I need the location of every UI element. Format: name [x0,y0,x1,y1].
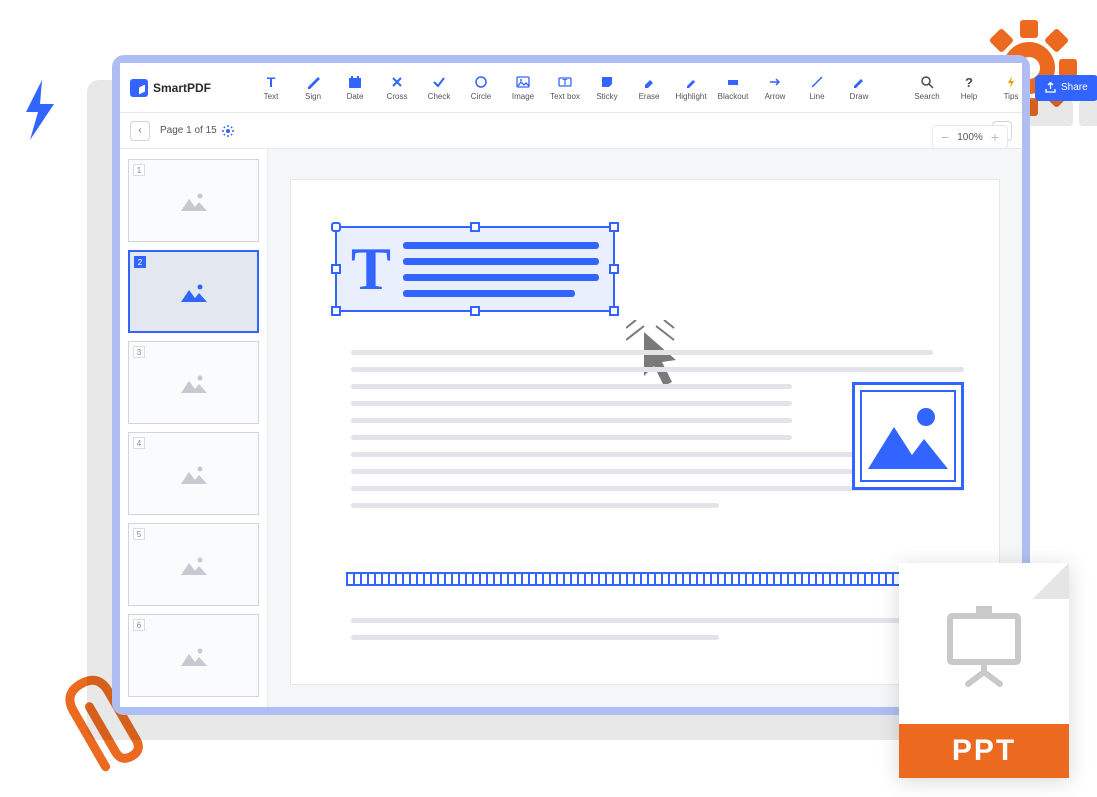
thumbnail-2[interactable]: 2 [128,250,259,333]
image-placeholder-icon [181,191,207,211]
draw-icon [851,74,867,90]
tool-text[interactable]: TText [251,74,291,101]
image-icon [515,74,531,90]
image-placeholder-icon [181,555,207,575]
text-glyph: T [351,239,391,299]
brand-icon [130,79,148,97]
search-icon [919,74,935,90]
tool-line[interactable]: Line [797,74,837,101]
tool-sticky[interactable]: Sticky [587,74,627,101]
zoom-control: − 100% + [932,125,1008,149]
sticky-icon [599,74,615,90]
tool-date[interactable]: Date [335,74,375,101]
tool-blackout[interactable]: Blackout [713,74,753,101]
tool-draw[interactable]: Draw [839,74,879,101]
help-icon: ? [961,74,977,90]
arrow-icon [767,74,783,90]
image-placeholder-icon [181,373,207,393]
gear-icon[interactable] [222,125,234,137]
cross-icon [389,74,405,90]
paragraph-lines-below [351,618,964,640]
tool-search[interactable]: Search [907,74,947,101]
pen-icon [305,74,321,90]
ppt-label: PPT [952,734,1016,768]
calendar-icon [347,74,363,90]
share-button[interactable]: Share [1035,75,1097,101]
zoom-value: 100% [957,132,983,143]
text-icon: T [263,74,279,90]
tool-circle[interactable]: Circle [461,74,501,101]
resize-handle[interactable] [609,306,619,316]
selected-line[interactable] [346,572,964,586]
bolt-icon [1003,74,1019,90]
resize-handle[interactable] [609,264,619,274]
action-buttons: Share Download pdf [1035,75,1097,101]
body: 1 2 3 4 5 6 T [120,149,1022,707]
tool-arrow[interactable]: Arrow [755,74,795,101]
thumbnail-3[interactable]: 3 [128,341,259,424]
resize-handle[interactable] [331,264,341,274]
brand-name: SmartPDF [153,81,211,95]
image-placeholder-icon [181,464,207,484]
presentation-icon [938,598,1030,690]
thumbnail-5[interactable]: 5 [128,523,259,606]
svg-text:T: T [267,75,276,89]
selected-text-block[interactable]: T [335,226,615,312]
tool-textbox[interactable]: TText box [545,74,585,101]
page-indicator: Page 1 of 15 [160,125,234,137]
resize-handle[interactable] [470,222,480,232]
resize-handle[interactable] [331,306,341,316]
line-icon [809,74,825,90]
blackout-icon [725,74,741,90]
tool-image[interactable]: Image [503,74,543,101]
resize-handle[interactable] [470,306,480,316]
bolt-decoration [18,78,62,142]
image-placeholder[interactable] [852,382,964,490]
zoom-out-button[interactable]: − [941,130,949,144]
ppt-file-icon: PPT [899,563,1069,778]
erase-icon [641,74,657,90]
tool-cross[interactable]: Cross [377,74,417,101]
prev-page-button[interactable]: ‹ [130,121,150,141]
svg-text:?: ? [965,75,973,89]
check-icon [431,74,447,90]
textbox-icon: T [557,74,573,90]
text-lines [403,242,599,297]
thumbnail-4[interactable]: 4 [128,432,259,515]
highlight-icon [683,74,699,90]
tool-group-annotate: TText Sign Date Cross Check Circle Image… [243,74,879,101]
resize-handle[interactable] [331,222,341,232]
tool-help[interactable]: ?Help [949,74,989,101]
tool-highlight[interactable]: Highlight [671,74,711,101]
tool-erase[interactable]: Erase [629,74,669,101]
thumbnail-6[interactable]: 6 [128,614,259,697]
circle-icon [473,74,489,90]
app-window: SmartPDF TText Sign Date Cross Check Cir… [112,55,1030,715]
image-placeholder-icon [181,282,207,302]
tool-sign[interactable]: Sign [293,74,333,101]
share-icon [1045,82,1056,93]
tool-tips[interactable]: Tips [991,74,1031,101]
mountain-icon [868,401,948,471]
tool-group-help: Search ?Help Tips [899,74,1031,101]
thumbnail-1[interactable]: 1 [128,159,259,242]
svg-text:T: T [563,78,568,87]
tool-check[interactable]: Check [419,74,459,101]
resize-handle[interactable] [609,222,619,232]
image-placeholder-icon [181,646,207,666]
document-page[interactable]: T [290,179,1000,685]
zoom-in-button[interactable]: + [991,130,999,144]
sidebar-thumbnails: 1 2 3 4 5 6 [120,149,268,707]
brand: SmartPDF [130,79,211,97]
toolbar: SmartPDF TText Sign Date Cross Check Cir… [120,63,1022,113]
page-bar: ‹ Page 1 of 15 › [120,113,1022,149]
